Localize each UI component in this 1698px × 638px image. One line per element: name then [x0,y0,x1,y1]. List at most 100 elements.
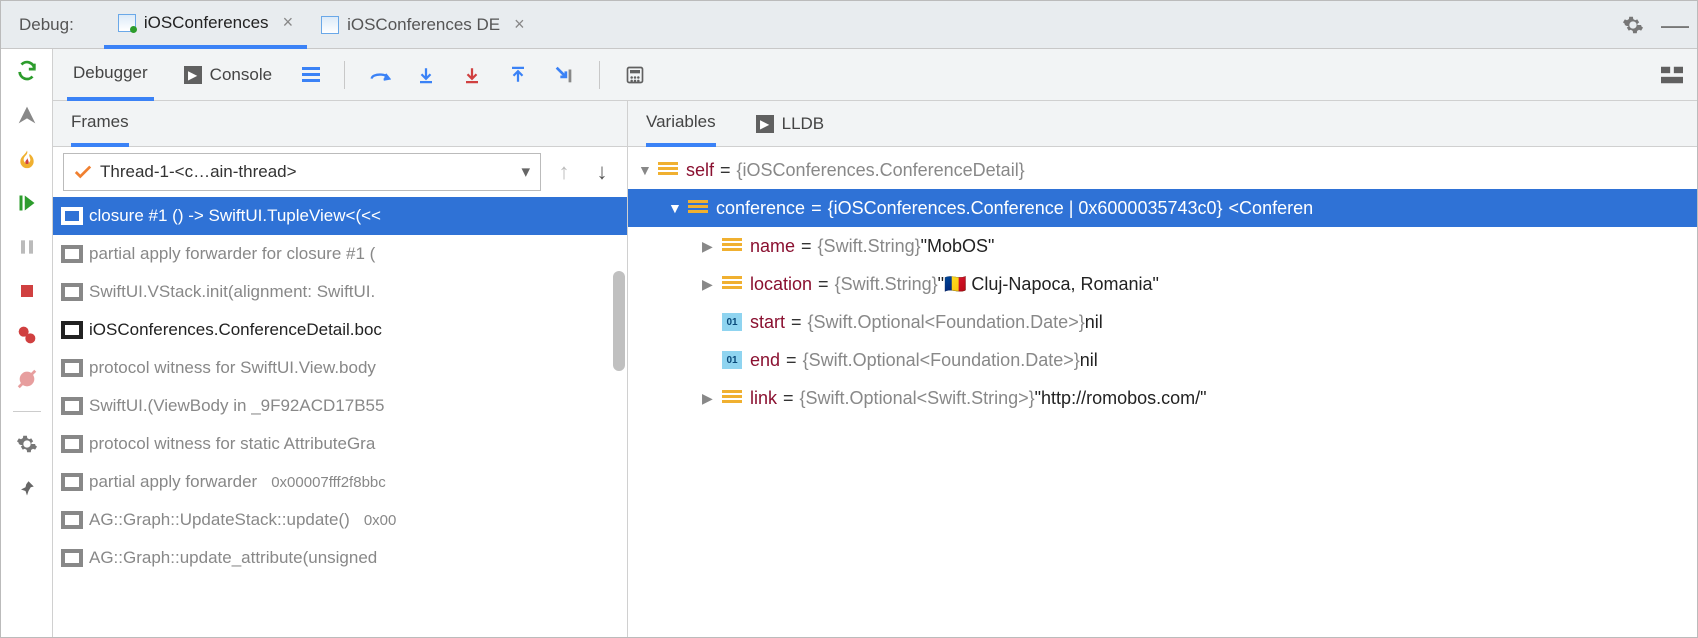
tab-console[interactable]: ▶Console [178,49,278,101]
stack-frame[interactable]: SwiftUI.(ViewBody in _9F92ACD17B55 [53,387,627,425]
flame-icon[interactable] [15,147,39,171]
pin-icon[interactable] [15,476,39,500]
disclosure-right-icon[interactable] [702,276,716,293]
disclosure-down-icon[interactable] [668,200,682,216]
var-type: {Swift.String} [835,274,938,295]
stack-frame[interactable]: partial apply forwarder 0x00007fff2f8bbc [53,463,627,501]
frames-pane: Frames Thread-1-<c…ain-thread> ▾ ↑ ↓ clo… [53,101,628,637]
object-icon [658,162,678,178]
stack-frame[interactable]: protocol witness for SwiftUI.View.body [53,349,627,387]
frame-text: closure #1 () -> SwiftUI.TupleView<(<< [89,206,381,226]
stack-frame[interactable]: partial apply forwarder for closure #1 ( [53,235,627,273]
var-value: "🇷🇴 Cluj-Napoca, Romania" [938,274,1159,295]
frame-text: SwiftUI.VStack.init(alignment: SwiftUI. [89,282,375,302]
frame-icon [63,323,81,337]
frame-list[interactable]: closure #1 () -> SwiftUI.TupleView<(<< pa… [53,197,627,577]
variables-tab[interactable]: Variables [646,101,716,147]
force-step-into-icon[interactable] [461,64,483,86]
var-row-conference[interactable]: conference = {iOSConferences.Conference … [628,189,1697,227]
var-row[interactable]: location = {Swift.String} "🇷🇴 Cluj-Napoc… [628,265,1697,303]
tab-label: iOSConferences DE [347,15,500,35]
frame-text: partial apply forwarder for closure #1 ( [89,244,375,264]
step-over-icon[interactable] [369,65,391,85]
step-out-icon[interactable] [507,64,529,86]
var-value: "MobOS" [921,236,995,257]
var-type: {Swift.Optional<Foundation.Date>} [808,312,1085,333]
var-row[interactable]: name = {Swift.String} "MobOS" [628,227,1697,265]
app-icon [118,14,136,32]
stack-frame[interactable]: protocol witness for static AttributeGra [53,425,627,463]
frame-text: partial apply forwarder [89,472,257,492]
navigate-icon[interactable] [15,103,39,127]
check-icon [74,165,92,179]
var-row[interactable]: 01end = {Swift.Optional<Foundation.Date>… [628,341,1697,379]
var-row[interactable]: link = {Swift.Optional<Swift.String>} "h… [628,379,1697,417]
stack-frame[interactable]: AG::Graph::UpdateStack::update()0x00 [53,501,627,539]
debug-toolbar: Debugger ▶Console [53,49,1697,101]
lldb-tab[interactable]: ▶LLDB [756,101,825,147]
run-config-tab[interactable]: iOSConferences DE × [307,1,539,49]
prev-frame-icon[interactable]: ↑ [549,159,579,185]
frame-icon [63,361,81,375]
var-name: link [750,388,777,409]
panel-title: Debug: [19,15,74,35]
mute-breakpoints-icon[interactable] [15,367,39,391]
frame-address: 0x00 [364,512,397,529]
var-type: {Swift.Optional<Swift.String>} [800,388,1035,409]
stack-frame[interactable]: AG::Graph::update_attribute(unsigned [53,539,627,577]
breakpoints-icon[interactable] [15,323,39,347]
step-into-icon[interactable] [415,64,437,86]
stack-frame[interactable]: iOSConferences.ConferenceDetail.boc [53,311,627,349]
evaluate-icon[interactable] [624,65,646,85]
variable-tree[interactable]: self = {iOSConferences.ConferenceDetail}… [628,147,1697,421]
minimize-icon[interactable]: — [1663,13,1687,37]
threads-icon[interactable] [302,67,320,82]
tab-label: iOSConferences [144,13,269,33]
settings-icon[interactable] [15,432,39,456]
gear-icon[interactable] [1621,13,1645,37]
run-config-tab-active[interactable]: iOSConferences × [104,1,307,49]
var-row-self[interactable]: self = {iOSConferences.ConferenceDetail} [628,151,1697,189]
object-icon [722,276,742,292]
var-row[interactable]: 01start = {Swift.Optional<Foundation.Dat… [628,303,1697,341]
var-name: start [750,312,785,333]
frame-text: protocol witness for static AttributeGra [89,434,375,454]
disclosure-right-icon[interactable] [702,238,716,255]
var-name: name [750,236,795,257]
scrollbar-thumb[interactable] [613,271,625,371]
variables-pane: Variables ▶LLDB self = {iOSConferences.C… [628,101,1697,637]
object-icon [722,238,742,254]
frames-tab[interactable]: Frames [71,101,129,147]
frame-text: protocol witness for SwiftUI.View.body [89,358,376,378]
var-type: {Swift.String} [818,236,921,257]
frame-address: 0x00007fff2f8bbc [271,474,386,491]
pause-icon[interactable] [15,235,39,259]
number-icon: 01 [722,313,742,331]
stack-frame[interactable]: closure #1 () -> SwiftUI.TupleView<(<< [53,197,627,235]
var-value: "http://romobos.com/" [1035,388,1207,409]
frame-icon [63,551,81,565]
run-to-cursor-icon[interactable] [553,64,575,86]
close-icon[interactable]: × [514,14,525,35]
next-frame-icon[interactable]: ↓ [587,159,617,185]
resume-icon[interactable] [15,191,39,215]
frame-icon [63,209,81,223]
var-value: nil [1080,350,1098,371]
stack-frame[interactable]: SwiftUI.VStack.init(alignment: SwiftUI. [53,273,627,311]
frame-icon [63,285,81,299]
rerun-icon[interactable] [15,59,39,83]
stop-icon[interactable] [15,279,39,303]
debug-header: Debug: iOSConferences × iOSConferences D… [1,1,1697,49]
disclosure-right-icon[interactable] [702,390,716,407]
frame-text: SwiftUI.(ViewBody in _9F92ACD17B55 [89,396,384,416]
debug-gutter [1,49,53,637]
object-icon [688,200,708,216]
thread-selector[interactable]: Thread-1-<c…ain-thread> ▾ [63,153,541,191]
tab-debugger[interactable]: Debugger [67,49,154,101]
app-icon [321,16,339,34]
var-type: {Swift.Optional<Foundation.Date>} [803,350,1080,371]
disclosure-down-icon[interactable] [638,162,652,178]
number-icon: 01 [722,351,742,369]
close-icon[interactable]: × [283,12,294,33]
layout-icon[interactable] [1661,66,1683,84]
